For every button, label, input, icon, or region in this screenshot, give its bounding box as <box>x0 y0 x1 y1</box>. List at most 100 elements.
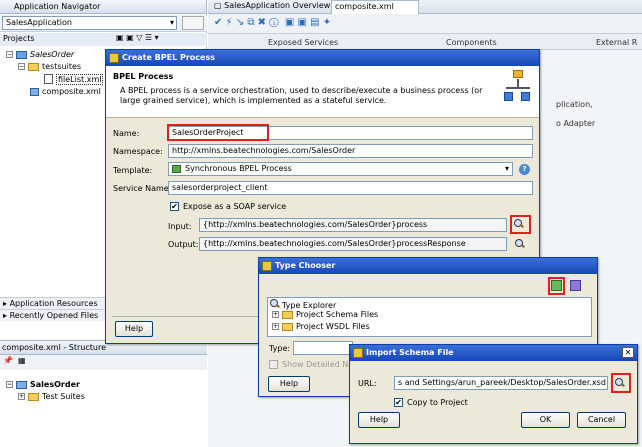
url-browse-button[interactable] <box>615 378 624 389</box>
type-chooser-help-button[interactable]: Help <box>268 376 310 392</box>
name-label: Name: <box>113 129 140 138</box>
import-schema-title-icon <box>353 348 363 358</box>
input-browse-button[interactable] <box>514 219 523 230</box>
ok-button[interactable]: OK <box>521 412 570 428</box>
tree-label: SalesOrder <box>30 50 75 59</box>
tab-icon: ▢ <box>214 1 225 10</box>
projects-label: Projects <box>3 34 35 43</box>
service-name-label: Service Name: <box>113 184 172 193</box>
search-icon <box>514 219 523 228</box>
type-explorer-wsdl-files[interactable]: + Project WSDL Files <box>272 322 370 331</box>
tree-item-filelist[interactable]: fileList.xml <box>44 73 104 85</box>
namespace-label: Namespace: <box>113 147 163 156</box>
bpel-header: BPEL Process A BPEL process is a service… <box>106 66 539 118</box>
copy-to-project-label: Copy to Project <box>407 398 468 407</box>
input-field-value: {http://xmlns.beatechnologies.com/SalesO… <box>203 220 428 229</box>
folder-icon <box>28 62 39 71</box>
show-detailed-checkbox[interactable] <box>269 360 278 369</box>
editor-toolbar-icons[interactable]: ✔ ⚡ ↘ ⧉ ✖ ⓘ ▣ ▣ ▤ ✦ <box>214 17 331 28</box>
tree-label: Test Suites <box>42 392 85 401</box>
editor-columns: Exposed Services Components External R <box>208 34 642 50</box>
tree-item-salesorder[interactable]: − SalesOrder <box>6 50 74 59</box>
help-button-label: Help <box>124 324 144 333</box>
composite-icon <box>30 87 39 96</box>
column-components: Components <box>446 38 497 47</box>
tree-label: Project WSDL Files <box>296 322 370 331</box>
collapse-icon: − <box>6 381 13 388</box>
import-schema-dialog: Import Schema File ✕ URL: s and Settings… <box>349 344 638 444</box>
type-explorer-root[interactable]: Type Explorer <box>270 299 336 310</box>
section-label-text: Recently Opened Files <box>9 311 99 320</box>
composite-icon <box>16 380 27 389</box>
structure-item-testsuites[interactable]: + Test Suites <box>18 392 85 401</box>
output-field-value: {http://xmlns.beatechnologies.com/SalesO… <box>203 239 466 248</box>
projects-toolbar-icons[interactable]: ▣ ▣ ▽ ☰ ▾ <box>116 33 159 42</box>
structure-toolbar: 📌 ▦ <box>0 355 207 370</box>
tab-label: SalesApplication Overview <box>224 1 331 10</box>
expose-soap-checkbox[interactable]: ✔ <box>170 202 179 211</box>
namespace-input[interactable]: http://xmlns.beatechnologies.com/SalesOr… <box>168 144 533 158</box>
copy-to-project-checkbox[interactable]: ✔ <box>394 398 403 407</box>
bg-text-adapter: o Adapter <box>556 119 596 128</box>
output-browse-button[interactable] <box>515 239 524 250</box>
tab-composite[interactable]: composite.xml <box>331 0 419 14</box>
tree-label: SalesOrder <box>30 380 80 389</box>
type-label: Type: <box>269 344 291 353</box>
application-select[interactable]: SalesApplication ▾ <box>2 16 177 30</box>
schema-browse-icon[interactable] <box>570 280 581 291</box>
output-field[interactable]: {http://xmlns.beatechnologies.com/SalesO… <box>199 237 507 251</box>
editor-tabbar: ▢ SalesApplication Overview composite.xm… <box>208 0 642 14</box>
template-select[interactable]: Synchronous BPEL Process ▾ <box>168 162 513 176</box>
expand-icon: + <box>272 323 279 330</box>
cancel-button[interactable]: Cancel <box>577 412 626 428</box>
search-icon <box>270 299 279 308</box>
type-input[interactable] <box>293 341 353 355</box>
column-exposed-services: Exposed Services <box>268 38 339 47</box>
column-external: External R <box>596 38 638 47</box>
application-menu-button[interactable] <box>182 16 204 30</box>
tree-label: Project Schema Files <box>296 310 379 319</box>
template-label: Template: <box>113 166 153 175</box>
tree-label: fileList.xml <box>56 73 104 85</box>
cancel-button-label: Cancel <box>587 415 616 424</box>
navigator-title: Application Navigator <box>0 0 206 14</box>
structure-title-text: composite.xml - Structure <box>2 343 106 352</box>
name-highlight <box>167 124 269 141</box>
output-label: Output: <box>168 240 199 249</box>
structure-panel: composite.xml - Structure 📌 ▦ − SalesOrde… <box>0 340 207 447</box>
help-icon[interactable]: ? <box>519 164 530 175</box>
pin-icon[interactable]: 📌 <box>3 356 13 365</box>
tree-item-testsuites[interactable]: − testsuites <box>18 62 81 71</box>
projects-header[interactable]: Projects ▣ ▣ ▽ ☰ ▾ <box>0 33 207 46</box>
bpel-help-button[interactable]: Help <box>115 321 153 337</box>
structure-item-salesorder[interactable]: − SalesOrder <box>6 380 80 389</box>
structure-view-icon[interactable]: ▦ <box>18 356 26 365</box>
close-icon[interactable]: ✕ <box>622 347 634 358</box>
input-field[interactable]: {http://xmlns.beatechnologies.com/SalesO… <box>199 218 507 232</box>
bg-text-application: plication, <box>556 100 593 109</box>
url-input[interactable]: s and Settings/arun_pareek/Desktop/Sales… <box>394 376 608 390</box>
expand-icon: + <box>272 311 279 318</box>
url-input-value: s and Settings/arun_pareek/Desktop/Sales… <box>398 378 606 387</box>
type-explorer-schema-files[interactable]: + Project Schema Files <box>272 310 378 319</box>
section-application-resources[interactable]: ▸ Application Resources <box>0 297 106 309</box>
service-name-input[interactable]: salesorderproject_client <box>168 181 533 195</box>
dialog-title: Import Schema File <box>366 348 454 357</box>
search-icon <box>515 239 524 248</box>
type-chooser-titlebar[interactable]: Type Chooser <box>259 258 597 274</box>
application-select-value: SalesApplication <box>6 18 72 27</box>
import-schema-titlebar[interactable]: Import Schema File ✕ <box>350 345 637 361</box>
tab-overview[interactable]: ▢ SalesApplication Overview <box>214 1 330 10</box>
section-recently-opened[interactable]: ▸ Recently Opened Files <box>0 309 106 321</box>
bpel-process-icon <box>504 70 532 106</box>
url-label: URL: <box>358 379 377 388</box>
tree-label: composite.xml <box>42 87 101 96</box>
import-help-button[interactable]: Help <box>358 412 400 428</box>
folder-icon <box>282 310 293 319</box>
help-button-label: Help <box>279 379 299 388</box>
tree-item-composite[interactable]: composite.xml <box>30 87 101 96</box>
import-schema-icon[interactable] <box>551 280 562 291</box>
section-label: ▸ Recently Opened Files <box>3 311 99 320</box>
type-chooser-icon <box>262 261 272 271</box>
create-bpel-titlebar[interactable]: Create BPEL Process <box>106 50 539 66</box>
